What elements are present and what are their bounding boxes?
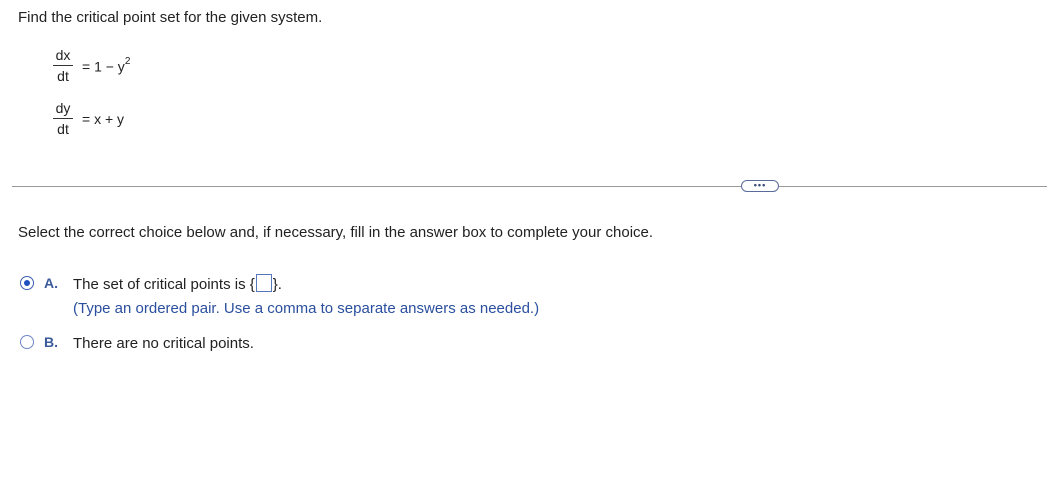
instruction-text: Select the correct choice below and, if … [18, 224, 654, 241]
radio-choice-a[interactable] [20, 276, 34, 290]
choice-b-letter: B. [44, 334, 58, 350]
question-text: Find the critical point set for the give… [18, 9, 323, 26]
choice-a-letter: A. [44, 275, 58, 291]
equation-rhs: = x + y [82, 111, 124, 127]
choice-a-text-before: The set of critical points is { [73, 276, 255, 293]
equation-rhs: = 1 − y2 [82, 56, 131, 75]
equation-rhs-base: = x + y [82, 111, 125, 127]
fraction-bar [53, 65, 73, 66]
equation-rhs-exponent: 2 [124, 56, 131, 67]
fraction-denominator: dt [57, 68, 69, 84]
fraction-numerator: dy [55, 100, 71, 116]
choice-b-text: There are no critical points. [73, 335, 254, 352]
choice-a-text: The set of critical points is {}. [73, 274, 282, 294]
fraction-dy-dt: dy dt [52, 100, 74, 137]
more-options-button[interactable]: ••• [741, 180, 779, 192]
fraction-denominator: dt [57, 121, 69, 137]
equation-rhs-base: = 1 − y [82, 58, 125, 75]
section-divider [12, 186, 1047, 187]
choice-a-hint: (Type an ordered pair. Use a comma to se… [73, 300, 540, 317]
fraction-bar [53, 118, 73, 119]
fraction-dx-dt: dx dt [52, 47, 74, 84]
fraction-numerator: dx [55, 47, 71, 63]
radio-choice-b[interactable] [20, 335, 34, 349]
choice-a-text-after: }. [272, 276, 282, 293]
equation-dy-dt: dy dt = x + y [52, 100, 212, 146]
equation-dx-dt: dx dt = 1 − y2 [52, 47, 212, 93]
answer-input-box[interactable] [255, 274, 272, 293]
